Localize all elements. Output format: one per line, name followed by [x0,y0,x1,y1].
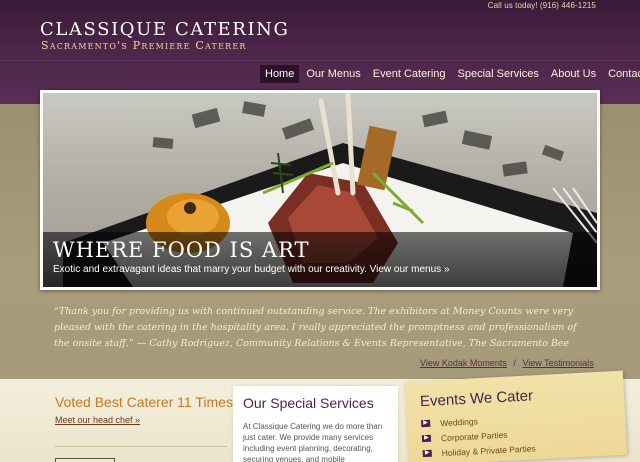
hero-food-image: WHERE FOOD IS ART Exotic and extravagant… [43,93,597,287]
testimonial-quote: “Thank you for providing us with continu… [54,306,577,349]
award-block: Voted Best Caterer 11 Times! Meet our he… [55,394,237,428]
hero-banner: WHERE FOOD IS ART Exotic and extravagant… [40,90,600,290]
hero-title: WHERE FOOD IS ART [53,238,310,262]
hero-tagline-text: Exotic and extravagant ideas that marry … [53,264,367,275]
call-us-phone: Call us today! (916) 446-1215 [487,1,596,10]
testimonials-link[interactable]: View Testimonials [522,358,593,368]
arrow-bullet-icon: ▶ [422,449,432,458]
testimonial-links: View Kodak Moments / View Testimonials [420,358,594,368]
services-block: Our Special Services At Classique Cateri… [233,386,398,462]
meet-chef-link[interactable]: Meet our head chef » [55,415,140,425]
event-item-label: Weddings [439,415,479,428]
kodak-moments-link[interactable]: View Kodak Moments [420,358,507,368]
event-item-label: Corporate Parties [440,429,508,443]
arrow-bullet-icon: ▶ [421,419,431,428]
site-header: Call us today! (916) 446-1215 CLASSIQUE … [0,0,640,104]
links-separator: / [513,358,516,368]
nav-about-us[interactable]: About Us [546,65,601,83]
event-item-label: Holiday & Private Parties [441,442,536,458]
site-logo-title[interactable]: CLASSIQUE CATERING [40,19,290,40]
events-block: Events We Cater ▶ Weddings ▶ Corporate P… [405,370,628,462]
award-divider [55,446,227,447]
services-text: At Classique Catering we do more than ju… [243,422,383,462]
award-title: Voted Best Caterer 11 Times! [55,394,237,410]
events-list: ▶ Weddings ▶ Corporate Parties ▶ Holiday… [421,406,613,461]
nav-home[interactable]: Home [260,65,300,83]
award-badge [55,458,115,462]
view-menus-link[interactable]: View our menus » [370,264,450,275]
site-logo-subtitle: Sacramento's Premiere Caterer [41,39,247,52]
events-title: Events We Cater [419,387,534,411]
hero-tagline: Exotic and extravagant ideas that marry … [53,264,597,275]
nav-contact[interactable]: Contact [603,65,640,83]
nav-our-menus[interactable]: Our Menus [301,65,365,83]
services-title[interactable]: Our Special Services [243,395,388,411]
main-nav: Home Our Menus Event Catering Special Se… [260,65,640,83]
nav-special-services[interactable]: Special Services [453,65,544,83]
nav-event-catering[interactable]: Event Catering [368,65,451,83]
hero-caption: WHERE FOOD IS ART Exotic and extravagant… [43,232,597,287]
arrow-bullet-icon: ▶ [421,434,432,443]
